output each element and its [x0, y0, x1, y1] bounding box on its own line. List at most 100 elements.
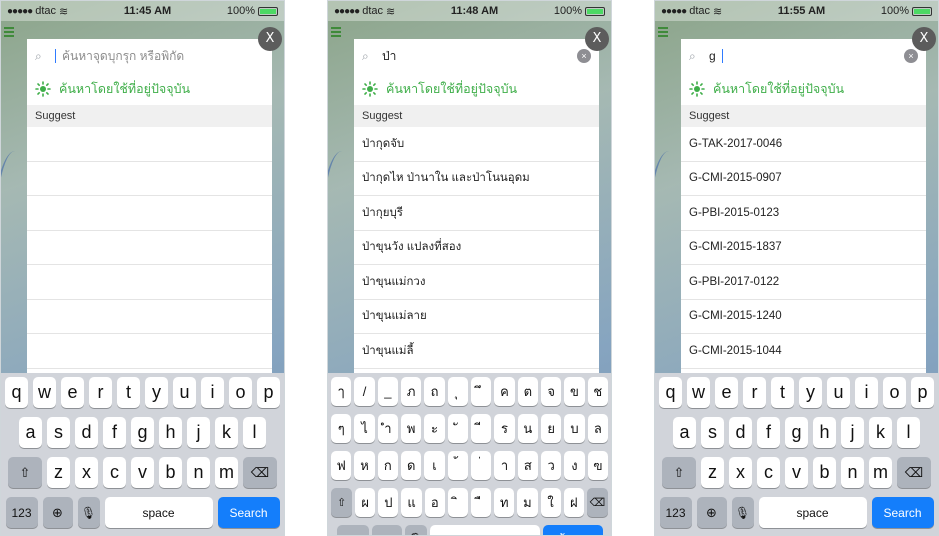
thai-key[interactable]: ย [540, 414, 562, 443]
thai-key[interactable]: ั [447, 414, 468, 443]
key-w[interactable]: w [687, 377, 710, 408]
key-x[interactable]: x [75, 457, 98, 488]
key-u[interactable]: u [173, 377, 196, 408]
key-f[interactable]: f [103, 417, 126, 448]
key-y[interactable]: y [145, 377, 168, 408]
key-d[interactable]: d [729, 417, 752, 448]
thai-key[interactable]: บ [564, 414, 585, 443]
thai-key[interactable]: ๆ [331, 414, 352, 443]
key-m[interactable]: m [869, 457, 892, 488]
key-s[interactable]: s [47, 417, 70, 448]
result-item[interactable]: ป่ากุดไห ป่านาใน และป่าโนนอุดม [354, 162, 599, 196]
key-t[interactable]: t [771, 377, 794, 408]
space-key[interactable]: วรรค [429, 525, 540, 535]
shift-key-icon[interactable]: ⇧ [662, 457, 696, 488]
numbers-key[interactable]: 123 [336, 525, 369, 535]
space-key[interactable]: space [104, 497, 213, 528]
key-c[interactable]: c [103, 457, 126, 488]
key-t[interactable]: t [117, 377, 140, 408]
thai-key[interactable]: ไ [354, 414, 375, 443]
key-x[interactable]: x [729, 457, 752, 488]
key-e[interactable]: e [61, 377, 84, 408]
thai-key[interactable]: ป [378, 488, 399, 517]
key-f[interactable]: f [757, 417, 780, 448]
thai-key[interactable]: ่ [471, 451, 492, 480]
search-input[interactable]: ⌕ ป่า × [354, 39, 599, 73]
search-input[interactable]: ⌕ g × [681, 39, 926, 73]
thai-key[interactable]: ใ [540, 488, 561, 517]
key-k[interactable]: k [869, 417, 892, 448]
key-b[interactable]: b [159, 457, 182, 488]
thai-key[interactable]: ๅ [331, 377, 352, 406]
key-q[interactable]: q [5, 377, 28, 408]
result-item[interactable]: G-CMI-2015-1044 [681, 334, 926, 369]
thai-key[interactable]: ต [517, 377, 538, 406]
key-r[interactable]: r [743, 377, 766, 408]
current-location-button[interactable]: ค้นหาโดยใช้ที่อยู่ปัจจุบัน [27, 73, 272, 105]
search-key[interactable]: Search [871, 497, 934, 528]
thai-key[interactable]: ส [517, 451, 538, 480]
result-item[interactable]: ป่ากุยบุรี [354, 196, 599, 231]
key-s[interactable]: s [701, 417, 724, 448]
numbers-key[interactable]: 123 [659, 497, 692, 528]
key-i[interactable]: i [201, 377, 224, 408]
thai-key[interactable]: ค [494, 377, 515, 406]
thai-key[interactable]: ช [587, 377, 608, 406]
thai-key[interactable]: ี [471, 414, 492, 443]
shift-key-icon[interactable]: ⇧ [8, 457, 42, 488]
result-item[interactable]: G-CMI-2015-1240 [681, 300, 926, 334]
thai-key[interactable]: _ [377, 377, 399, 406]
thai-key[interactable]: ิ [447, 488, 468, 517]
key-h[interactable]: h [159, 417, 182, 448]
current-location-button[interactable]: ค้นหาโดยใช้ที่อยู่ปัจจุบัน [354, 73, 599, 105]
result-item[interactable]: G-CMI-2015-0907 [681, 162, 926, 196]
thai-key[interactable]: ง [564, 451, 585, 480]
key-g[interactable]: g [785, 417, 808, 448]
thai-key[interactable]: เ [424, 451, 445, 480]
close-button[interactable]: X [912, 27, 936, 51]
key-p[interactable]: p [257, 377, 280, 408]
backspace-key-icon[interactable]: ⌫ [243, 457, 277, 488]
result-item[interactable]: ป่ากุดจับ [354, 127, 599, 162]
globe-icon[interactable]: ⊕ [371, 525, 402, 535]
globe-icon[interactable]: ⊕ [42, 497, 73, 528]
key-k[interactable]: k [215, 417, 238, 448]
key-m[interactable]: m [215, 457, 238, 488]
key-l[interactable]: l [897, 417, 920, 448]
thai-key[interactable]: ร [494, 414, 515, 443]
thai-key[interactable]: พ [401, 414, 422, 443]
thai-key[interactable]: ฃ [587, 451, 608, 480]
thai-key[interactable]: ้ [447, 451, 468, 480]
key-v[interactable]: v [785, 457, 808, 488]
key-a[interactable]: a [673, 417, 696, 448]
result-item[interactable]: G-PBI-2017-0122 [681, 265, 926, 300]
search-key[interactable]: Search [217, 497, 280, 528]
thai-key[interactable]: น [517, 414, 538, 443]
thai-key[interactable]: ฟ [331, 451, 352, 480]
key-c[interactable]: c [757, 457, 780, 488]
key-w[interactable]: w [33, 377, 56, 408]
numbers-key[interactable]: 123 [5, 497, 38, 528]
backspace-key-icon[interactable]: ⌫ [586, 488, 608, 517]
current-location-button[interactable]: ค้นหาโดยใช้ที่อยู่ปัจจุบัน [681, 73, 926, 105]
key-u[interactable]: u [827, 377, 850, 408]
key-j[interactable]: j [841, 417, 864, 448]
key-b[interactable]: b [813, 457, 836, 488]
key-z[interactable]: z [47, 457, 70, 488]
search-input[interactable]: ⌕ ค้นหาจุดบุกรุก หรือพิกัด [27, 39, 272, 73]
backspace-key-icon[interactable]: ⌫ [897, 457, 931, 488]
key-q[interactable]: q [659, 377, 682, 408]
result-item[interactable]: G-PBI-2015-0123 [681, 196, 926, 231]
key-y[interactable]: y [799, 377, 822, 408]
key-l[interactable]: l [243, 417, 266, 448]
key-n[interactable]: n [187, 457, 210, 488]
thai-key[interactable]: ะ [424, 414, 445, 443]
thai-key[interactable]: ึ [471, 377, 492, 406]
key-d[interactable]: d [75, 417, 98, 448]
thai-key[interactable]: ข [564, 377, 585, 406]
microphone-icon[interactable]: 🎙 [77, 497, 100, 528]
thai-key[interactable]: ว [540, 451, 562, 480]
close-button[interactable]: X [585, 27, 609, 51]
key-v[interactable]: v [131, 457, 154, 488]
result-item[interactable]: ป่าขุนแม่กวง [354, 265, 599, 300]
